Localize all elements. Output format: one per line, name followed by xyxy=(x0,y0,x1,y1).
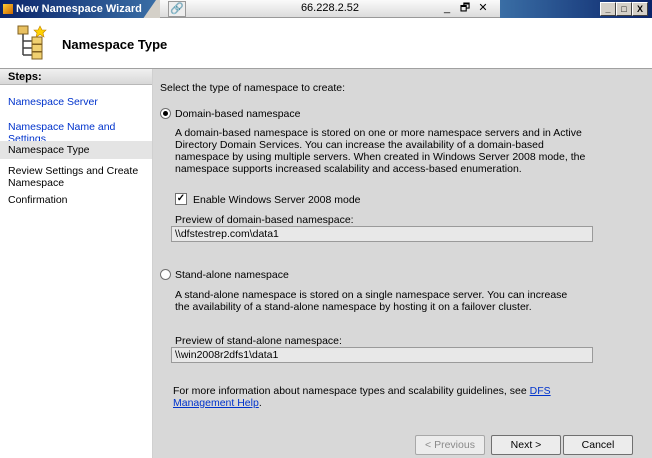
enable-2008-mode-label[interactable]: Enable Windows Server 2008 mode xyxy=(193,194,361,206)
cancel-button[interactable]: Cancel xyxy=(563,435,633,455)
steps-heading: Steps: xyxy=(0,69,152,85)
stand-alone-radio[interactable] xyxy=(160,269,171,280)
namespace-tree-icon xyxy=(17,25,47,60)
next-button[interactable]: Next > xyxy=(491,435,561,455)
title-bar: New Namespace Wizard 66.228.2.52 🔗 _ 🗗 ✕… xyxy=(0,0,652,18)
help-text: For more information about namespace typ… xyxy=(173,385,530,397)
wizard-header: Namespace Type xyxy=(0,18,652,69)
domain-based-radio[interactable] xyxy=(160,108,171,119)
sidebar-item-namespace-type: Namespace Type xyxy=(0,141,152,159)
close-button[interactable]: X xyxy=(632,2,648,16)
help-end: . xyxy=(258,397,262,409)
instruction-text: Select the type of namespace to create: xyxy=(160,82,346,94)
steps-sidebar: Steps: Namespace Server Namespace Name a… xyxy=(0,69,153,458)
domain-based-label[interactable]: Domain-based namespace xyxy=(175,108,301,120)
previous-button[interactable]: < Previous xyxy=(415,435,485,455)
sidebar-item-namespace-server[interactable]: Namespace Server xyxy=(8,96,150,108)
maximize-button[interactable]: □ xyxy=(616,2,632,16)
wizard-window-icon xyxy=(3,4,13,14)
stand-alone-label[interactable]: Stand-alone namespace xyxy=(175,269,289,281)
help-paragraph: For more information about namespace typ… xyxy=(173,385,573,409)
rdp-restore-button[interactable]: 🗗 xyxy=(458,0,472,16)
domain-preview-field: \\dfstestrep.com\data1 xyxy=(171,226,593,242)
pin-icon[interactable]: 🔗 xyxy=(168,1,186,17)
page-title: Namespace Type xyxy=(62,37,168,52)
stand-alone-preview-field: \\win2008r2dfs1\data1 xyxy=(171,347,593,363)
rdp-close-button[interactable]: ✕ xyxy=(476,0,490,16)
caption-area: _ □ X xyxy=(500,0,652,18)
domain-based-description: A domain-based namespace is stored on on… xyxy=(175,127,586,175)
enable-2008-mode-checkbox[interactable]: ✓ xyxy=(175,193,187,205)
domain-preview-label: Preview of domain-based namespace: xyxy=(175,214,354,226)
stand-alone-preview-label: Preview of stand-alone namespace: xyxy=(175,335,342,347)
main-panel: Select the type of namespace to create: … xyxy=(153,69,652,458)
sidebar-item-review-settings: Review Settings and Create Namespace xyxy=(8,165,139,189)
stand-alone-description: A stand-alone namespace is stored on a s… xyxy=(175,289,568,313)
sidebar-item-confirmation: Confirmation xyxy=(8,194,68,206)
rdp-minimize-button[interactable]: _ xyxy=(440,0,454,16)
rdp-connection-bar: 66.228.2.52 🔗 _ 🗗 ✕ xyxy=(160,0,500,18)
window-title-tab[interactable]: New Namespace Wizard xyxy=(0,0,156,18)
window-title: New Namespace Wizard xyxy=(16,3,142,15)
minimize-button[interactable]: _ xyxy=(600,2,616,16)
